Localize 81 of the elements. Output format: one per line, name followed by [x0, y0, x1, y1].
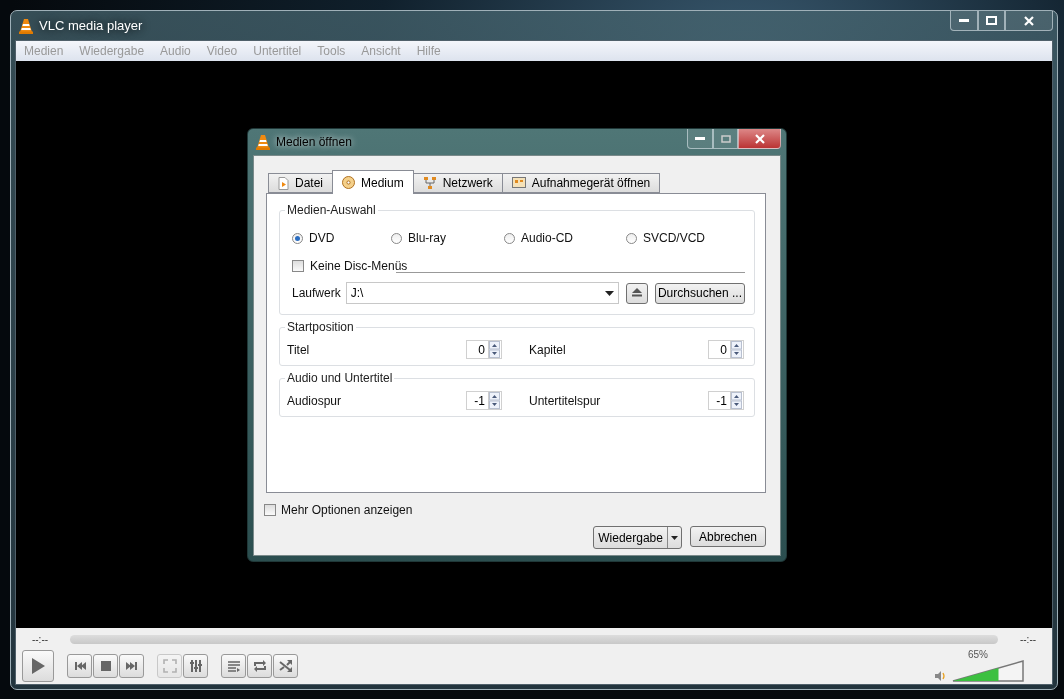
- loop-icon: [252, 658, 267, 673]
- radio-label: SVCD/VCD: [643, 231, 705, 245]
- play-split-button[interactable]: Wiedergabe: [593, 526, 682, 549]
- tab[interactable]: Medium: [332, 170, 414, 194]
- spin-arrows-icon: [731, 341, 742, 358]
- maximize-button[interactable]: [978, 11, 1005, 31]
- dropdown-arrow-icon: [670, 535, 678, 540]
- minimize-button[interactable]: [687, 129, 713, 149]
- shuffle-icon: [278, 658, 293, 673]
- playlist-button[interactable]: [221, 653, 246, 678]
- network-icon: [422, 176, 437, 190]
- elapsed-time: --:--: [30, 633, 50, 645]
- cone-icon: [256, 134, 270, 150]
- minimize-icon: [959, 18, 969, 23]
- radio-button[interactable]: [292, 232, 303, 244]
- group-title: Startposition: [285, 320, 356, 334]
- drive-dropdown[interactable]: J:\: [345, 282, 619, 304]
- play-button[interactable]: Wiedergabe: [594, 527, 668, 548]
- dropdown-arrow-icon: [604, 290, 614, 296]
- prev-button[interactable]: [67, 653, 92, 678]
- window-title: VLC media player: [39, 18, 143, 33]
- checkbox-label: Mehr Optionen anzeigen: [281, 503, 413, 517]
- close-icon: [1024, 15, 1034, 26]
- field-label: Untertitelspur: [529, 393, 602, 408]
- spin-box[interactable]: 0: [708, 340, 744, 359]
- spin-box[interactable]: 0: [466, 340, 502, 359]
- file-icon: [278, 176, 289, 190]
- stop-button[interactable]: [93, 653, 118, 678]
- eject-button[interactable]: [625, 282, 648, 304]
- play-button[interactable]: [22, 649, 54, 682]
- drive-label: Laufwerk: [292, 286, 341, 300]
- group-title: Medien-Auswahl: [285, 203, 378, 217]
- next-button[interactable]: [119, 653, 144, 678]
- capture-icon: [511, 177, 526, 189]
- loop-button[interactable]: [247, 653, 272, 678]
- equalizer-icon: [188, 658, 203, 673]
- group-title: Audio und Untertitel: [285, 371, 395, 385]
- checkbox[interactable]: [264, 504, 276, 516]
- field-label: Audiospur: [287, 393, 343, 408]
- speaker-icon: [934, 670, 946, 682]
- radio-label: Audio-CD: [521, 231, 574, 245]
- maximize-icon: [720, 134, 731, 143]
- dialog-title: Medien öffnen: [276, 135, 352, 149]
- maximize-icon: [986, 16, 997, 25]
- tab[interactable]: Netzwerk: [412, 173, 503, 193]
- minimize-button[interactable]: [950, 11, 978, 31]
- spin-box[interactable]: -1: [466, 391, 502, 410]
- radio-button[interactable]: [504, 232, 515, 244]
- close-button[interactable]: [738, 129, 781, 149]
- checkbox[interactable]: [292, 260, 304, 272]
- spin-arrows-icon: [489, 392, 500, 409]
- play-icon: [30, 656, 46, 675]
- close-icon: [754, 133, 765, 144]
- disc-icon: [342, 176, 355, 189]
- minimize-icon: [695, 136, 705, 141]
- shuffle-button[interactable]: [273, 653, 298, 678]
- radio-button[interactable]: [391, 232, 402, 244]
- spin-box[interactable]: -1: [708, 391, 744, 410]
- radio-label: DVD: [309, 231, 335, 245]
- total-time: --:--: [1018, 633, 1038, 645]
- field-label: Titel: [287, 342, 311, 357]
- cancel-button[interactable]: Abbrechen: [689, 526, 766, 547]
- browse-button[interactable]: Durchsuchen ...: [654, 282, 745, 304]
- volume-reading: 65%: [968, 649, 988, 660]
- drive-value: J:\: [350, 286, 364, 300]
- radio-button[interactable]: [626, 232, 637, 244]
- tab[interactable]: Aufnahmegerät öffnen: [501, 173, 661, 193]
- spin-arrows-icon: [489, 341, 500, 358]
- cone-icon: [19, 17, 33, 34]
- tab[interactable]: Datei: [268, 173, 333, 193]
- eject-icon: [630, 287, 643, 297]
- settings-button[interactable]: [183, 653, 208, 678]
- fullscreen-icon: [162, 658, 177, 673]
- stop-icon: [98, 658, 113, 673]
- checkbox-label: Keine Disc-Menüs: [310, 259, 408, 273]
- radio-label: Blu-ray: [408, 231, 446, 245]
- field-label: Kapitel: [529, 342, 567, 357]
- volume-slider[interactable]: [952, 660, 1024, 682]
- playlist-icon: [226, 658, 241, 673]
- spin-arrows-icon: [731, 392, 742, 409]
- close-button[interactable]: [1005, 11, 1053, 31]
